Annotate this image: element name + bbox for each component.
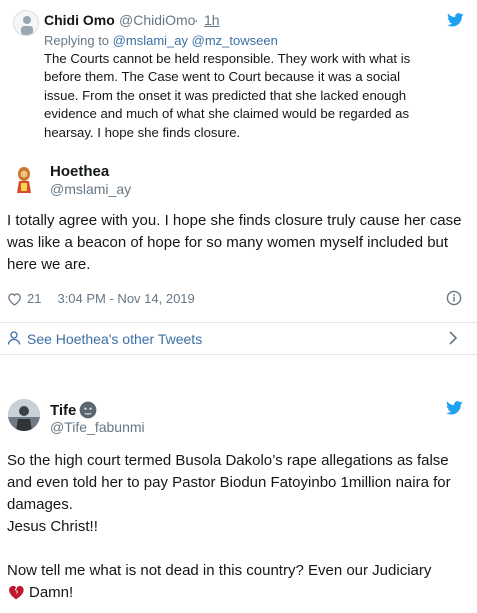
see-other-tweets-label[interactable]: See Hoethea's other Tweets <box>27 331 202 347</box>
reply-time[interactable]: 1h <box>204 12 220 28</box>
info-icon[interactable] <box>446 290 462 306</box>
hoethea-name[interactable]: Hoethea <box>50 163 109 180</box>
tweet-meta: 21 3:04 PM - Nov 14, 2019 <box>7 291 195 306</box>
tife-handle[interactable]: @Tife_fabunmi <box>50 419 145 435</box>
twitter-bird-icon[interactable] <box>447 13 464 27</box>
tweet-paragraph: So the high court termed Busola Dakolo’s… <box>7 452 451 513</box>
broken-heart-icon <box>9 585 24 600</box>
chidi-name[interactable]: Chidi Omo <box>44 12 115 28</box>
heart-outline-icon[interactable] <box>7 292 22 306</box>
separator-dot: · <box>194 12 199 28</box>
face-emoji-icon <box>80 401 97 419</box>
person-icon <box>7 331 21 345</box>
mention-link[interactable]: @mslami_ay <box>113 33 188 48</box>
replying-to-label: Replying to <box>44 33 110 48</box>
tweet-paragraph: Jesus Christ!! <box>7 518 98 535</box>
tweet-paragraph: Now tell me what is not dead in this cou… <box>7 562 432 579</box>
twitter-bird-icon[interactable] <box>446 401 463 415</box>
chidi-handle[interactable]: @ChidiOmo <box>119 12 195 28</box>
card-separator <box>0 354 477 355</box>
mention-link[interactable]: @mz_towseen <box>192 33 278 48</box>
tife-tweet-text: So the high court termed Busola Dakolo’s… <box>7 450 472 604</box>
tife-avatar[interactable] <box>8 399 40 431</box>
main-tweet-text: I totally agree with you. I hope she fin… <box>7 212 462 273</box>
chevron-right-icon[interactable] <box>448 330 458 346</box>
hoethea-handle[interactable]: @mslami_ay <box>50 181 131 197</box>
reply-tweet-text: The Courts cannot be held responsible. T… <box>44 51 411 140</box>
replying-to: Replying to @mslami_ay @mz_towseen <box>44 33 278 48</box>
tweet-paragraph-end: Damn! <box>7 582 472 604</box>
tweet-timestamp[interactable]: 3:04 PM - Nov 14, 2019 <box>57 291 194 306</box>
like-count[interactable]: 21 <box>27 291 41 306</box>
hoethea-avatar[interactable] <box>8 163 40 195</box>
tife-name-row[interactable]: Tife <box>50 401 97 419</box>
tweet-paragraph-end-text: Damn! <box>29 584 74 601</box>
chidi-avatar[interactable] <box>13 10 39 36</box>
tife-name[interactable]: Tife <box>50 402 76 419</box>
